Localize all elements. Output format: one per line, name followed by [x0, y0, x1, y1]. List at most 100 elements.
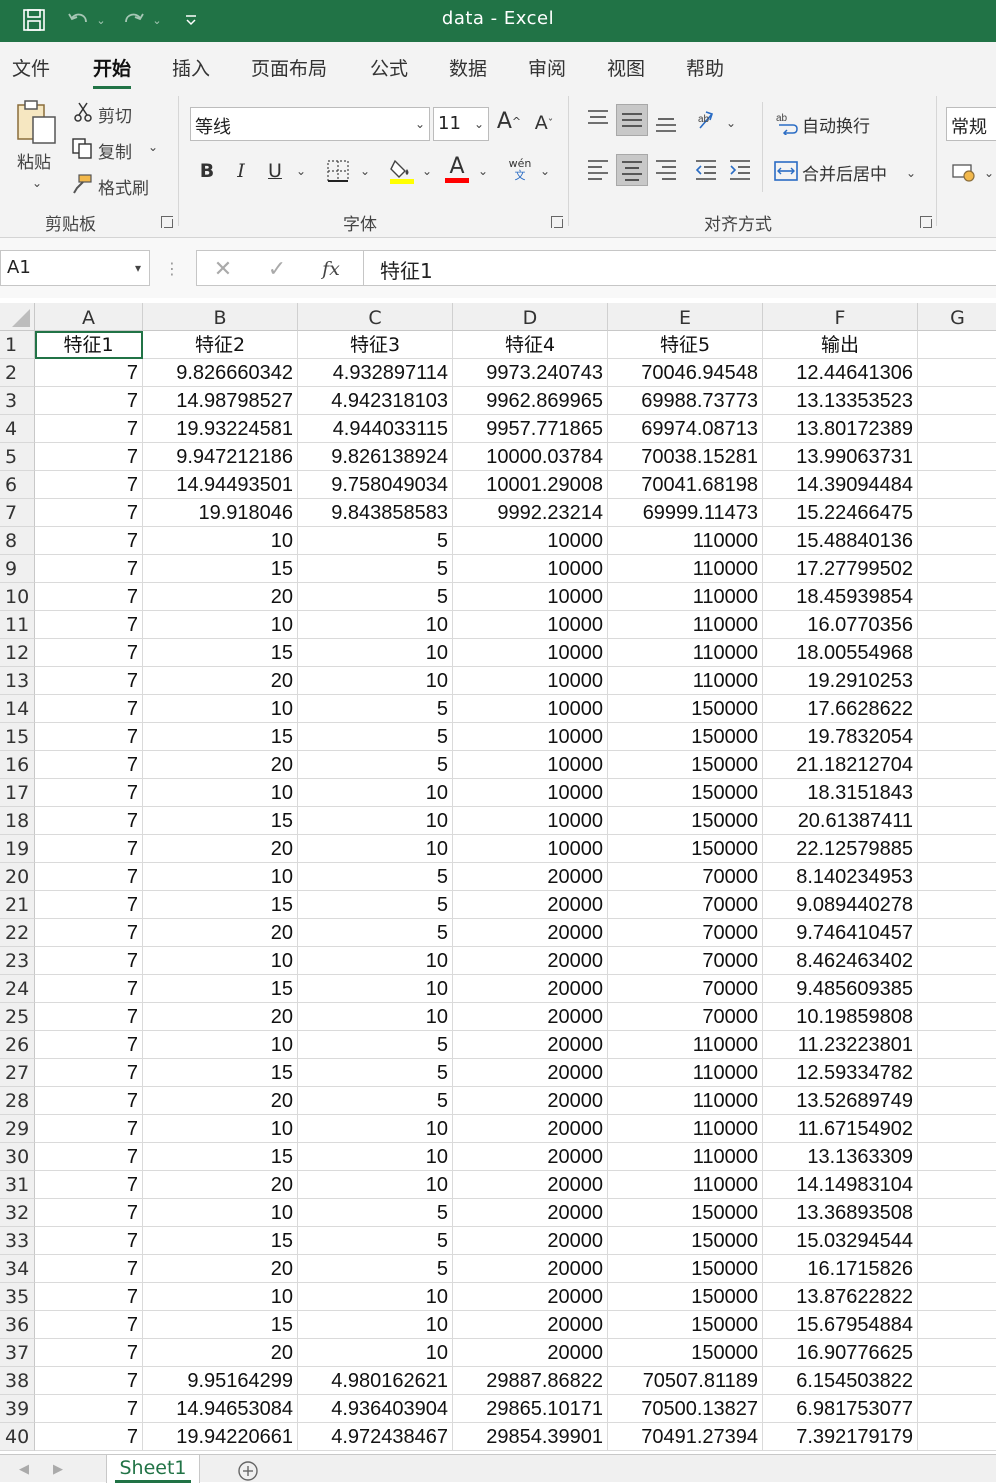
table-cell[interactable]: 9.826660342	[143, 359, 298, 387]
table-cell[interactable]: 10000	[453, 835, 608, 863]
table-cell[interactable]	[918, 1059, 996, 1087]
orientation-dropdown-icon[interactable]: ⌄	[726, 116, 736, 130]
copy-icon[interactable]	[70, 136, 94, 160]
row-header[interactable]: 18	[0, 807, 35, 835]
table-cell[interactable]: 10	[143, 863, 298, 891]
table-cell[interactable]: 18.45939854	[763, 583, 918, 611]
header-cell[interactable]: 特征3	[298, 331, 453, 359]
table-cell[interactable]: 10	[298, 1115, 453, 1143]
table-cell[interactable]: 12.44641306	[763, 359, 918, 387]
table-cell[interactable]: 13.52689749	[763, 1087, 918, 1115]
paste-icon[interactable]	[14, 98, 60, 146]
table-cell[interactable]: 7	[35, 499, 143, 527]
table-cell[interactable]: 10000	[453, 779, 608, 807]
table-cell[interactable]: 20000	[453, 1087, 608, 1115]
table-cell[interactable]: 19.7832054	[763, 723, 918, 751]
table-cell[interactable]: 10	[298, 1311, 453, 1339]
table-cell[interactable]: 10000	[453, 667, 608, 695]
table-cell[interactable]: 6.154503822	[763, 1367, 918, 1395]
table-cell[interactable]: 7	[35, 1143, 143, 1171]
row-header[interactable]: 14	[0, 695, 35, 723]
table-cell[interactable]: 110000	[608, 1143, 763, 1171]
row-header[interactable]: 5	[0, 443, 35, 471]
table-cell[interactable]: 17.6628622	[763, 695, 918, 723]
table-cell[interactable]	[918, 1003, 996, 1031]
table-cell[interactable]: 20	[143, 1003, 298, 1031]
table-cell[interactable]: 7	[35, 1087, 143, 1115]
table-cell[interactable]: 70046.94548	[608, 359, 763, 387]
table-cell[interactable]	[918, 639, 996, 667]
header-cell[interactable]: 特征5	[608, 331, 763, 359]
table-cell[interactable]: 10000	[453, 611, 608, 639]
row-header[interactable]: 3	[0, 387, 35, 415]
table-cell[interactable]: 11.23223801	[763, 1031, 918, 1059]
table-cell[interactable]: 7	[35, 695, 143, 723]
table-cell[interactable]: 150000	[608, 723, 763, 751]
table-cell[interactable]: 10	[298, 1171, 453, 1199]
row-header[interactable]: 8	[0, 527, 35, 555]
table-cell[interactable]: 5	[298, 1227, 453, 1255]
table-cell[interactable]: 19.93224581	[143, 415, 298, 443]
table-cell[interactable]: 110000	[608, 1115, 763, 1143]
orientation-icon[interactable]: ab	[694, 106, 724, 136]
table-cell[interactable]: 150000	[608, 807, 763, 835]
column-header-a[interactable]: A	[35, 303, 143, 331]
column-header-c[interactable]: C	[298, 303, 453, 331]
row-header[interactable]: 17	[0, 779, 35, 807]
table-cell[interactable]: 20	[143, 919, 298, 947]
table-cell[interactable]: 16.0770356	[763, 611, 918, 639]
table-cell[interactable]: 7	[35, 527, 143, 555]
table-cell[interactable]: 7	[35, 471, 143, 499]
tab-home[interactable]: 开始	[93, 54, 132, 89]
increase-indent-icon[interactable]	[726, 154, 754, 184]
table-cell[interactable]: 7	[35, 1115, 143, 1143]
table-cell[interactable]: 29854.39901	[453, 1423, 608, 1451]
table-cell[interactable]	[918, 443, 996, 471]
table-cell[interactable]: 10	[298, 1143, 453, 1171]
table-cell[interactable]: 7	[35, 359, 143, 387]
table-cell[interactable]: 7	[35, 611, 143, 639]
row-header[interactable]: 40	[0, 1423, 35, 1451]
table-cell[interactable]: 70000	[608, 975, 763, 1003]
column-header-b[interactable]: B	[143, 303, 298, 331]
table-cell[interactable]: 20000	[453, 1171, 608, 1199]
table-cell[interactable]: 7	[35, 779, 143, 807]
row-header[interactable]: 36	[0, 1311, 35, 1339]
table-cell[interactable]: 17.27799502	[763, 555, 918, 583]
paste-label[interactable]: 粘贴	[17, 148, 51, 173]
table-cell[interactable]: 5	[298, 555, 453, 583]
table-cell[interactable]: 18.3151843	[763, 779, 918, 807]
table-cell[interactable]: 69999.11473	[608, 499, 763, 527]
tab-data[interactable]: 数据	[449, 54, 487, 81]
table-cell[interactable]: 20000	[453, 1283, 608, 1311]
cut-label[interactable]: 剪切	[98, 102, 132, 127]
row-header[interactable]: 20	[0, 863, 35, 891]
grow-font-icon[interactable]: A ^	[496, 106, 522, 136]
accounting-format-icon[interactable]	[950, 160, 980, 184]
table-cell[interactable]: 10	[143, 1031, 298, 1059]
row-header[interactable]: 24	[0, 975, 35, 1003]
header-cell[interactable]: 输出	[763, 331, 918, 359]
table-cell[interactable]: 10001.29008	[453, 471, 608, 499]
row-header[interactable]: 10	[0, 583, 35, 611]
table-cell[interactable]: 10000	[453, 583, 608, 611]
table-cell[interactable]	[918, 751, 996, 779]
table-cell[interactable]: 14.98798527	[143, 387, 298, 415]
font-color-dropdown-icon[interactable]: ⌄	[478, 164, 488, 178]
table-cell[interactable]: 5	[298, 751, 453, 779]
tab-insert[interactable]: 插入	[172, 54, 210, 81]
table-cell[interactable]: 20000	[453, 1143, 608, 1171]
table-cell[interactable]: 19.2910253	[763, 667, 918, 695]
table-cell[interactable]	[918, 359, 996, 387]
table-cell[interactable]: 7	[35, 583, 143, 611]
table-cell[interactable]: 15	[143, 807, 298, 835]
table-cell[interactable]	[918, 667, 996, 695]
table-cell[interactable]: 7	[35, 667, 143, 695]
row-header[interactable]: 31	[0, 1171, 35, 1199]
copy-dropdown-icon[interactable]: ⌄	[148, 140, 158, 154]
table-cell[interactable]: 10	[143, 947, 298, 975]
table-cell[interactable]: 7.392179179	[763, 1423, 918, 1451]
table-cell[interactable]: 7	[35, 863, 143, 891]
table-cell[interactable]: 20000	[453, 1115, 608, 1143]
table-cell[interactable]: 9.758049034	[298, 471, 453, 499]
